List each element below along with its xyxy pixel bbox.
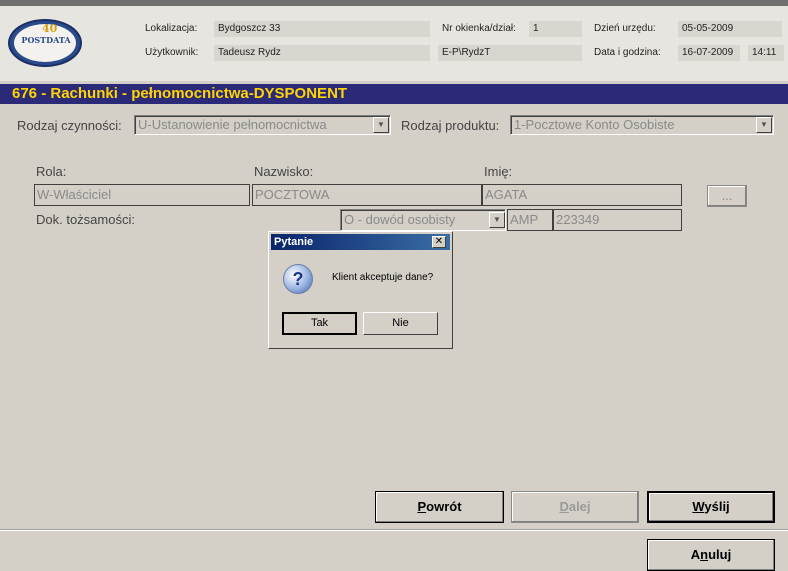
dialog-title: Pytanie <box>274 236 314 248</box>
send-button-label: yślij <box>704 499 730 514</box>
header-panel <box>0 6 788 81</box>
surname-field[interactable]: POCZTOWA <box>252 184 482 206</box>
page-title: 676 - Rachunki - pełnomocnictwa-DYSPONEN… <box>12 85 348 102</box>
role-label: Rola: <box>36 164 67 179</box>
datetime-label: Data i godzina: <box>594 47 661 58</box>
next-button-label: alej <box>568 499 591 514</box>
chevron-down-icon[interactable]: ▼ <box>756 117 772 133</box>
location-value: Bydgoszcz 33 <box>214 21 430 37</box>
window-value: 1 <box>529 21 582 37</box>
chevron-down-icon[interactable]: ▼ <box>489 212 505 228</box>
id-series-field[interactable]: AMP <box>507 209 553 231</box>
question-icon: ? <box>283 264 313 294</box>
user-id: E-P\RydzT <box>438 45 582 61</box>
dialog-message: Klient akceptuje dane? <box>332 272 434 283</box>
chevron-down-icon[interactable]: ▼ <box>373 117 389 133</box>
office-day-label: Dzień urzędu: <box>594 23 656 34</box>
no-button[interactable]: Nie <box>363 312 438 335</box>
back-button-accel: P <box>417 499 427 514</box>
time-value: 14:11 <box>748 45 784 61</box>
yes-button[interactable]: Tak <box>282 312 357 335</box>
role-field[interactable]: W-Właściciel <box>34 184 250 206</box>
office-day-value: 05-05-2009 <box>678 21 782 37</box>
next-button[interactable]: Dalej <box>511 491 639 523</box>
id-doc-label: Dok. tożsamości: <box>36 212 135 227</box>
product-label: Rodzaj produktu: <box>401 118 500 133</box>
user-label: Użytkownik: <box>145 47 199 58</box>
id-number-field[interactable]: 223349 <box>553 209 682 231</box>
back-button-label: owrót <box>426 499 462 514</box>
logo-number: 40 <box>42 22 58 35</box>
back-button[interactable]: Powrót <box>375 491 504 523</box>
ellipsis-button[interactable]: ... <box>707 185 747 207</box>
activity-label: Rodzaj czynności: <box>17 118 122 133</box>
product-select-value: 1-Pocztowe Konto Osobiste <box>514 117 675 132</box>
send-button[interactable]: Wyślij <box>647 491 775 523</box>
window-label: Nr okienka/dział: <box>442 23 516 34</box>
location-label: Lokalizacja: <box>145 23 198 34</box>
cancel-button[interactable]: Anuluj <box>647 539 775 571</box>
date-value: 16-07-2009 <box>678 45 740 61</box>
surname-label: Nazwisko: <box>254 164 314 179</box>
cancel-button-label: uluj <box>708 547 732 562</box>
logo-text: POSTDATA <box>21 35 71 45</box>
cancel-button-label-start: A <box>690 547 701 562</box>
activity-select[interactable]: U-Ustanowienie pełnomocnictwa <box>134 115 391 135</box>
id-doc-type-select[interactable]: O - dowód osobisty <box>340 209 506 231</box>
divider <box>0 529 788 531</box>
firstname-field[interactable]: AGATA <box>482 184 682 206</box>
close-icon[interactable]: ✕ <box>432 236 446 248</box>
cancel-button-accel: n <box>700 547 709 562</box>
next-button-accel: D <box>559 499 569 514</box>
firstname-label: Imię: <box>484 164 513 179</box>
send-button-accel: W <box>692 499 705 514</box>
activity-select-value: U-Ustanowienie pełnomocnictwa <box>138 117 327 132</box>
id-doc-type-value: O - dowód osobisty <box>344 212 456 227</box>
user-value: Tadeusz Rydz <box>214 45 430 61</box>
product-select[interactable]: 1-Pocztowe Konto Osobiste <box>510 115 774 135</box>
